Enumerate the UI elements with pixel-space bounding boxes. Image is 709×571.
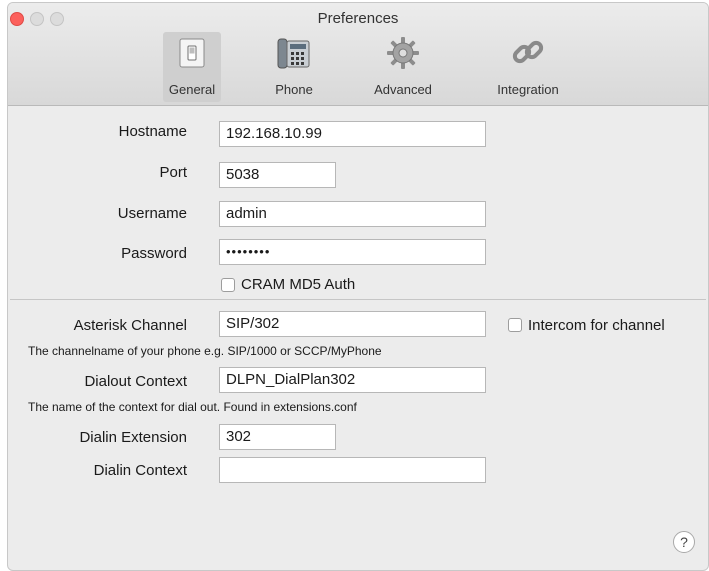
help-button[interactable]: ? xyxy=(673,531,695,553)
tab-phone-label: Phone xyxy=(275,82,313,97)
username-label: Username xyxy=(117,205,187,222)
asterisk-channel-label: Asterisk Channel xyxy=(73,317,187,334)
password-label: Password xyxy=(121,245,187,262)
dialout-context-label: Dialout Context xyxy=(84,373,187,390)
dialout-hint: The name of the context for dial out. Fo… xyxy=(28,400,357,414)
phone-icon xyxy=(276,36,312,75)
title-bar: Preferences General Phone Advanced Integ… xyxy=(8,3,708,106)
gear-icon xyxy=(386,36,420,73)
cram-md5-label: CRAM MD5 Auth xyxy=(241,276,356,293)
window-title: Preferences xyxy=(317,10,399,27)
chain-link-icon xyxy=(511,36,545,73)
hostname-field[interactable]: 192.168.10.99 xyxy=(219,121,486,147)
username-field[interactable]: admin xyxy=(219,201,486,227)
cram-md5-checkbox[interactable] xyxy=(221,278,235,292)
hostname-label: Hostname xyxy=(118,123,187,140)
preferences-window: Preferences General Phone Advanced Integ… xyxy=(7,2,709,571)
tab-advanced-label: Advanced xyxy=(374,82,432,97)
asterisk-channel-field[interactable]: SIP/302 xyxy=(219,311,486,337)
port-field[interactable]: 5038 xyxy=(219,162,336,188)
channel-hint: The channelname of your phone e.g. SIP/1… xyxy=(28,344,382,358)
general-settings-panel: Hostname 192.168.10.99 Port 5038 Usernam… xyxy=(8,106,708,570)
dialin-context-label: Dialin Context xyxy=(93,462,187,479)
tab-general-label: General xyxy=(168,82,216,97)
section-divider xyxy=(10,299,706,300)
tab-phone[interactable]: Phone xyxy=(262,32,326,102)
switch-icon xyxy=(177,36,207,73)
intercom-label: Intercom for channel xyxy=(528,317,665,334)
tab-integration-label: Integration xyxy=(497,82,559,97)
tab-general[interactable]: General xyxy=(163,32,221,102)
dialin-context-field[interactable] xyxy=(219,457,486,483)
tab-integration[interactable]: Integration xyxy=(486,32,570,102)
tab-advanced[interactable]: Advanced xyxy=(365,32,441,102)
port-label: Port xyxy=(159,164,187,181)
intercom-checkbox[interactable] xyxy=(508,318,522,332)
dialout-context-field[interactable]: DLPN_DialPlan302 xyxy=(219,367,486,393)
dialin-extension-field[interactable]: 302 xyxy=(219,424,336,450)
password-field[interactable]: •••••••• xyxy=(219,239,486,265)
dialin-extension-label: Dialin Extension xyxy=(79,429,187,446)
